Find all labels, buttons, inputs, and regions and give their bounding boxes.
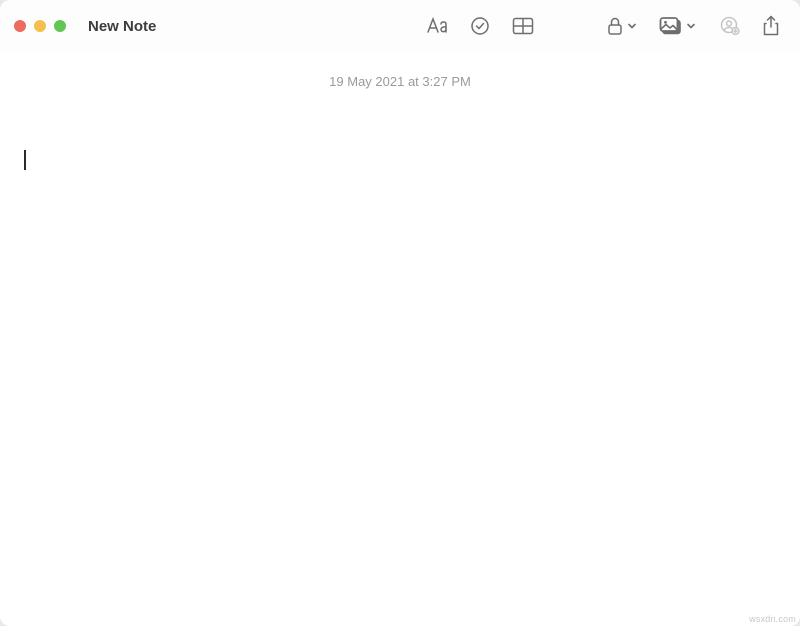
lock-button[interactable] xyxy=(606,16,637,36)
watermark: wsxdn.com xyxy=(749,614,796,624)
minimize-button[interactable] xyxy=(34,20,46,32)
checklist-icon xyxy=(470,16,490,36)
chevron-down-icon xyxy=(686,21,696,31)
media-button[interactable] xyxy=(659,16,696,36)
note-timestamp: 19 May 2021 at 3:27 PM xyxy=(22,74,778,89)
lock-icon xyxy=(606,16,624,36)
format-button[interactable] xyxy=(426,17,448,35)
toolbar xyxy=(426,15,786,37)
checklist-button[interactable] xyxy=(470,16,490,36)
table-icon xyxy=(512,17,534,35)
text-cursor xyxy=(24,150,26,170)
collaborate-button[interactable] xyxy=(718,16,740,36)
table-button[interactable] xyxy=(512,17,534,35)
close-button[interactable] xyxy=(14,20,26,32)
media-icon xyxy=(659,16,683,36)
share-button[interactable] xyxy=(762,15,780,37)
window-title: New Note xyxy=(88,18,156,35)
titlebar: New Note xyxy=(0,0,800,52)
maximize-button[interactable] xyxy=(54,20,66,32)
window-controls xyxy=(14,20,66,32)
share-icon xyxy=(762,15,780,37)
format-icon xyxy=(426,17,448,35)
note-editor[interactable]: 19 May 2021 at 3:27 PM xyxy=(0,52,800,626)
chevron-down-icon xyxy=(627,21,637,31)
collaborate-icon xyxy=(718,16,740,36)
notes-window: New Note xyxy=(0,0,800,626)
